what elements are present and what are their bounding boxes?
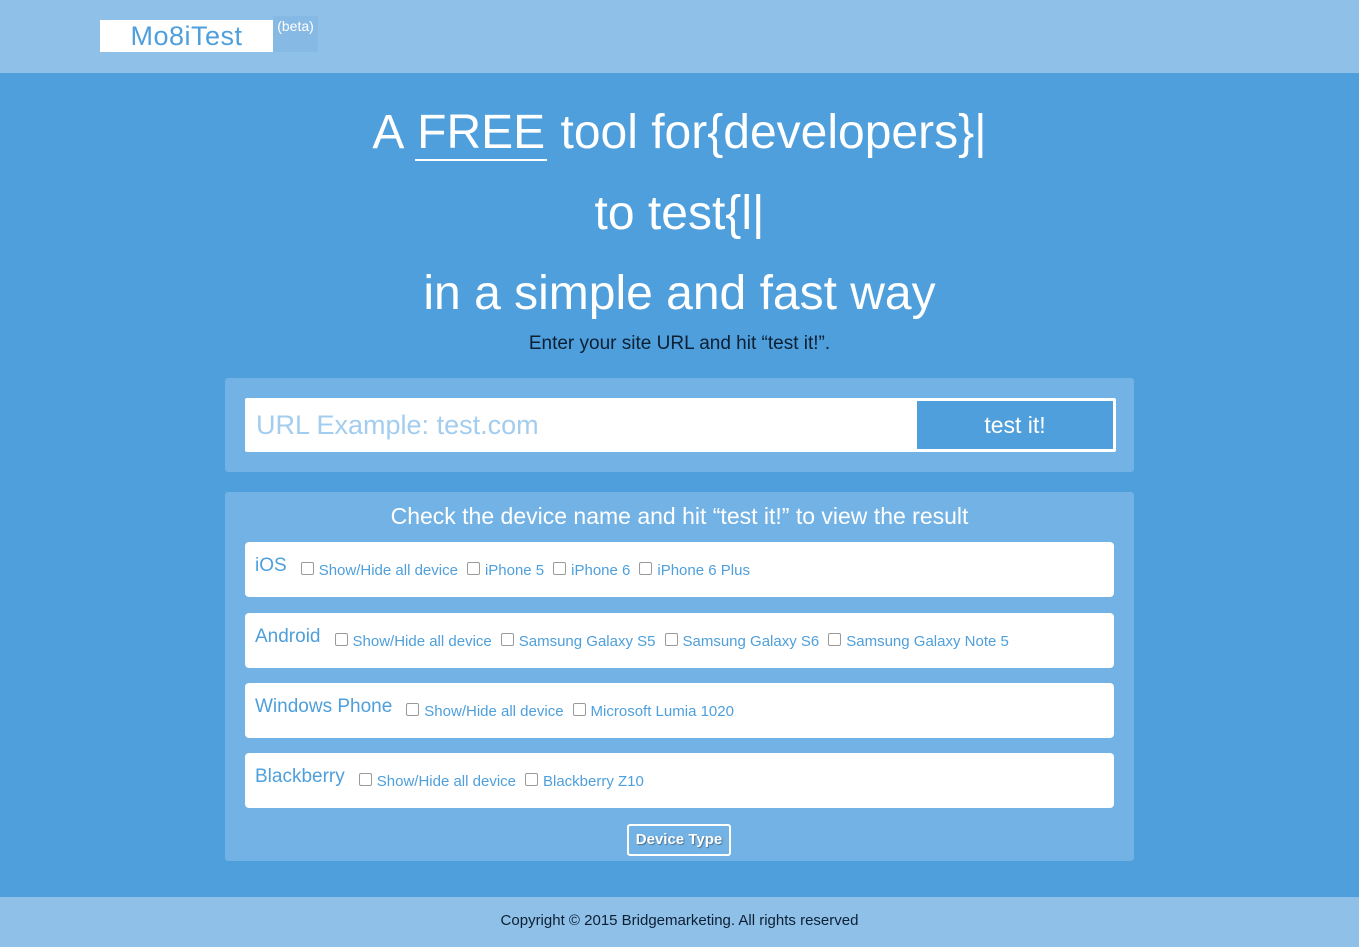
option-label: iPhone 5 [484,562,545,579]
footer: Copyright © 2015 Bridgemarketing. All ri… [0,897,1359,947]
device-selection-panel: Check the device name and hit “test it!”… [225,492,1134,861]
option-ios-show-hide-all[interactable]: Show/Hide all device [300,562,458,579]
hero-prefix: A [372,106,416,159]
site-logo[interactable]: Mo8iTest [100,20,273,52]
checkbox[interactable] [466,562,480,575]
option-samsung-galaxy-s5[interactable]: Samsung Galaxy S5 [500,633,656,650]
checkbox[interactable] [828,633,842,646]
hero-free-word: FREE [415,106,548,161]
os-name-android: Android [255,626,321,647]
os-row-ios: iOS Show/Hide all device iPhone 5 iPhone… [245,542,1114,597]
option-label: Samsung Galaxy S6 [682,633,820,650]
typing-caret: | [974,106,987,159]
checkbox[interactable] [525,773,538,786]
option-samsung-galaxy-s6[interactable]: Samsung Galaxy S6 [664,633,820,650]
beta-badge: (beta) [273,16,318,52]
option-label: Show/Hide all device [318,562,458,579]
option-label: Samsung Galaxy S5 [518,633,656,650]
checkbox[interactable] [358,773,372,786]
checkbox[interactable] [334,633,348,646]
option-label: Show/Hide all device [424,703,564,720]
os-row-android: Android Show/Hide all device Samsung Gal… [245,613,1114,668]
test-it-button[interactable]: test it! [917,401,1113,449]
option-label: iPhone 6 [571,562,631,579]
device-panel-title: Check the device name and hit “test it!”… [390,503,969,529]
option-samsung-galaxy-note-5[interactable]: Samsung Galaxy Note 5 [828,633,1009,650]
option-android-show-hide-all[interactable]: Show/Hide all device [334,633,492,650]
checkbox[interactable] [664,633,678,646]
hero-headline-line-3: in a simple and fast way [423,267,936,320]
option-windows-show-hide-all[interactable]: Show/Hide all device [406,703,564,720]
checkbox[interactable] [300,562,314,575]
os-row-blackberry: Blackberry Show/Hide all device Blackber… [245,753,1114,808]
checkbox[interactable] [500,633,514,646]
checkbox[interactable] [572,703,586,716]
option-label: Show/Hide all device [352,633,492,650]
option-label: Blackberry Z10 [543,773,644,790]
hero-headline-line-1: A FREE tool for{developers}| [0,105,1359,161]
typing-caret-2: | [751,187,765,240]
option-iphone-6-plus[interactable]: iPhone 6 Plus [639,562,750,579]
url-input[interactable] [245,398,915,452]
copyright-text: Copyright © 2015 Bridgemarketing. All ri… [500,912,859,929]
top-header-bar: Mo8iTest (beta) [0,0,1359,73]
checkbox[interactable] [406,703,420,716]
option-iphone-6[interactable]: iPhone 6 [553,562,630,579]
url-form: test it! [245,398,1116,452]
option-microsoft-lumia-1020[interactable]: Microsoft Lumia 1020 [572,703,734,720]
option-blackberry-show-hide-all[interactable]: Show/Hide all device [358,773,516,790]
option-label: Show/Hide all device [376,773,516,790]
option-label: iPhone 6 Plus [657,562,750,579]
device-type-button[interactable]: Device Type [627,824,731,856]
url-form-panel: test it! [225,378,1134,472]
os-name-ios: iOS [255,555,287,576]
option-label: Microsoft Lumia 1020 [590,703,734,720]
checkbox[interactable] [553,562,567,575]
hero-headline-line-2: to test{l| [0,186,1359,241]
option-label: Samsung Galaxy Note 5 [846,633,1009,650]
os-row-windows-phone: Windows Phone Show/Hide all device Micro… [245,683,1114,738]
option-blackberry-z10[interactable]: Blackberry Z10 [525,773,644,790]
hero-typed-text-2: to test{l [594,187,752,240]
os-name-windows-phone: Windows Phone [255,696,393,717]
os-name-blackberry: Blackberry [255,766,345,787]
hero-typed-text: tool for{developers} [547,106,975,159]
url-instruction: Enter your site URL and hit “test it!”. [528,333,831,354]
option-iphone-5[interactable]: iPhone 5 [466,562,545,579]
checkbox[interactable] [639,562,653,575]
